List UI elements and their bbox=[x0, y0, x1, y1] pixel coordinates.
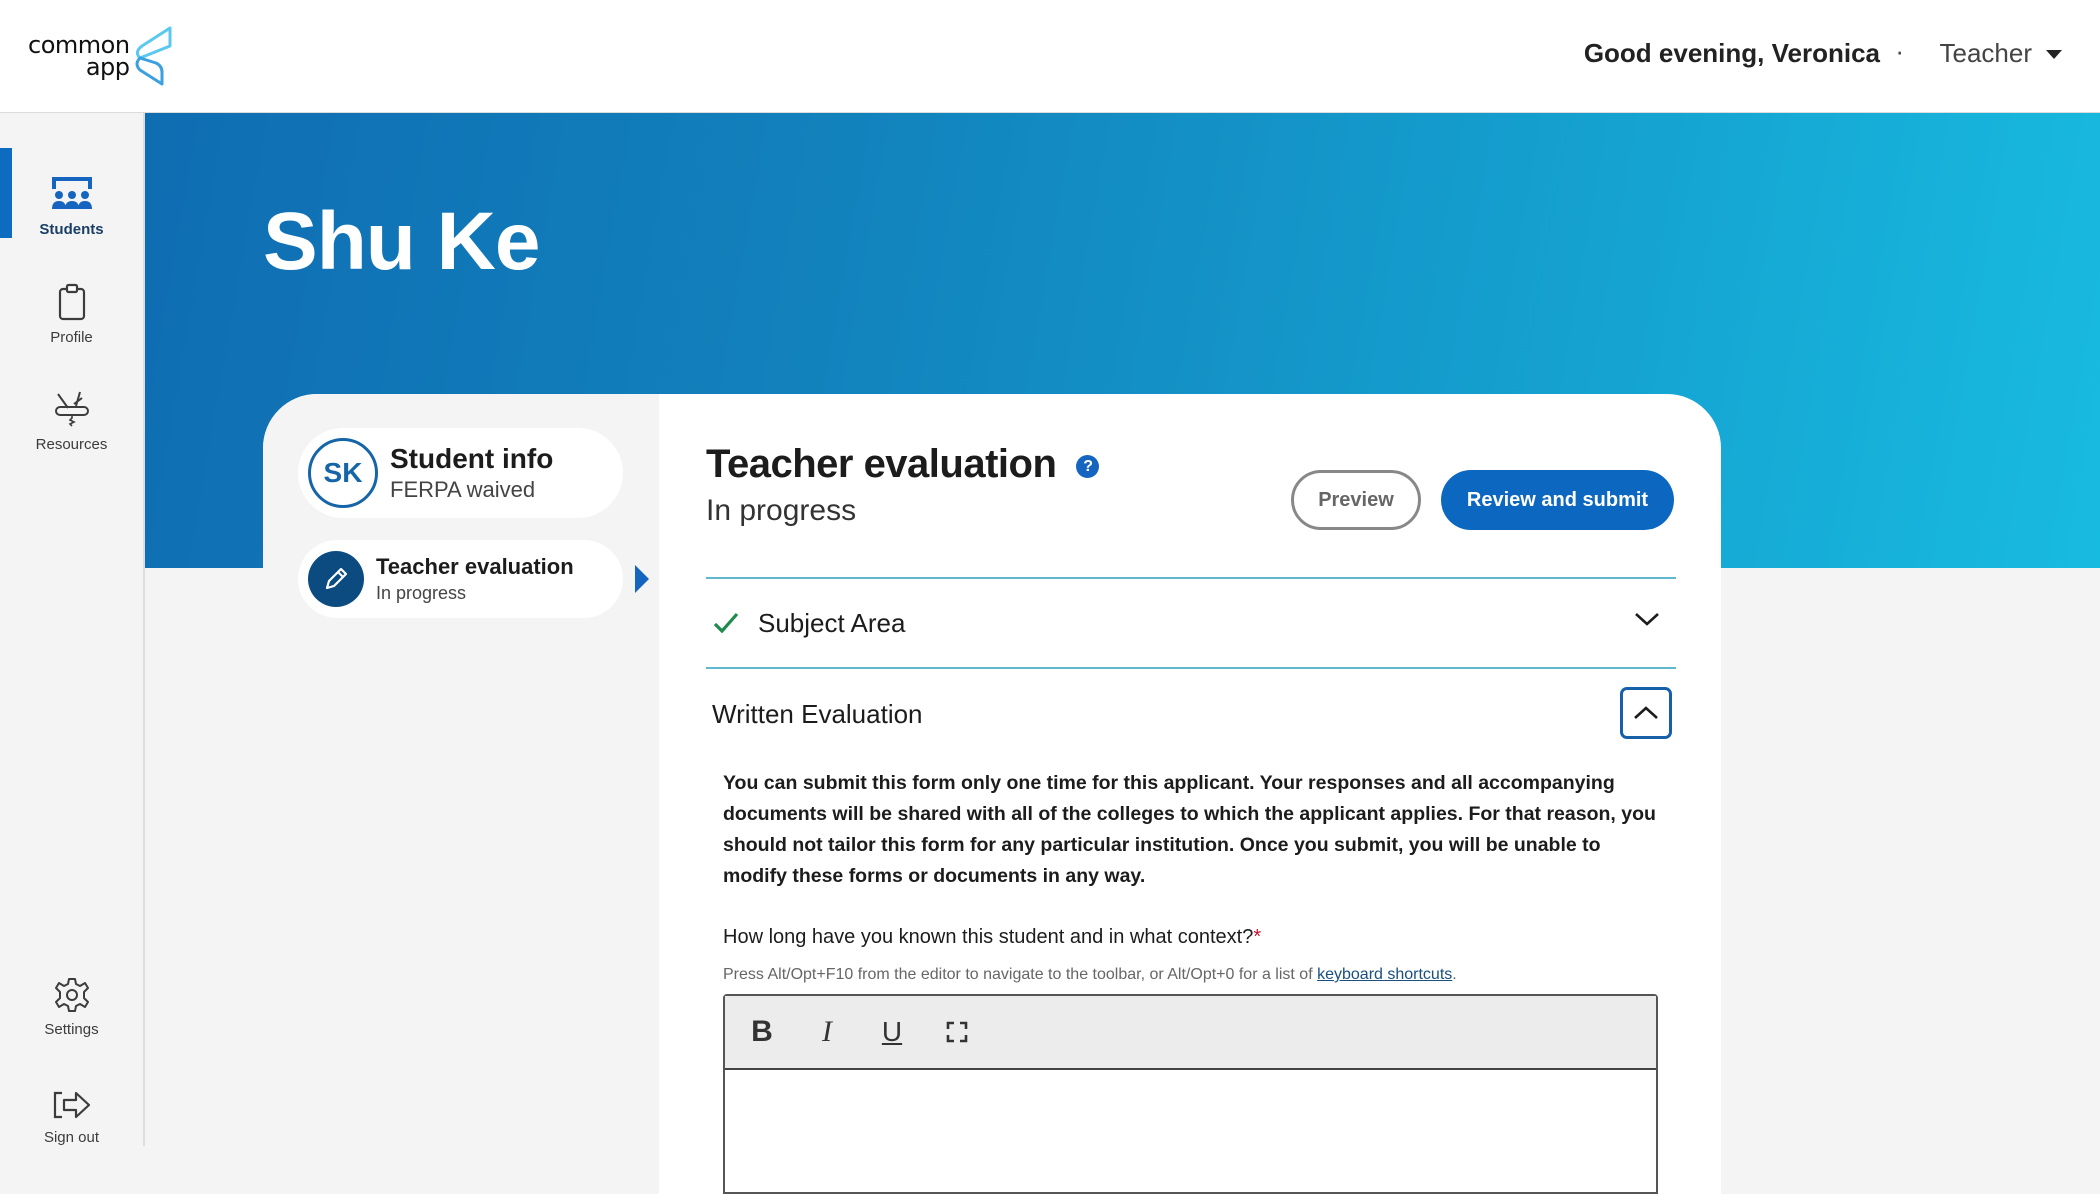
student-avatar: SK bbox=[308, 438, 378, 508]
pencil-icon bbox=[308, 551, 364, 607]
chevron-down-icon[interactable] bbox=[1634, 611, 1660, 627]
role-selector[interactable]: Teacher bbox=[1940, 38, 2033, 69]
swiss-knife-icon bbox=[54, 391, 89, 427]
header-separator: · bbox=[1895, 36, 1904, 66]
review-and-submit-button[interactable]: Review and submit bbox=[1441, 470, 1674, 530]
submission-notice: You can submit this form only one time f… bbox=[723, 772, 1656, 887]
logo-wordmark: common app bbox=[28, 31, 130, 81]
left-navigation: Students Profile Resources Settings Sign… bbox=[0, 113, 145, 1146]
logo-mark-icon bbox=[135, 26, 172, 86]
nav-item-profile[interactable]: Profile bbox=[0, 256, 143, 346]
underline-button[interactable]: U bbox=[875, 1015, 909, 1049]
accordion-title: Written Evaluation bbox=[712, 698, 923, 729]
common-app-logo[interactable]: common app bbox=[28, 24, 188, 88]
question-label: How long have you known this student and… bbox=[723, 926, 1262, 948]
answer-text-area[interactable] bbox=[725, 1070, 1656, 1194]
nav-label: Profile bbox=[50, 329, 93, 346]
nav-item-settings[interactable]: Settings bbox=[0, 948, 143, 1038]
bold-button[interactable]: B bbox=[745, 1015, 779, 1049]
collapse-button[interactable] bbox=[1620, 687, 1672, 739]
accordion-title: Subject Area bbox=[758, 607, 906, 638]
editor-toolbar: B I U bbox=[725, 996, 1656, 1070]
fullscreen-button[interactable] bbox=[940, 1015, 974, 1049]
editor-hint: Press Alt/Opt+F10 from the editor to nav… bbox=[723, 966, 1457, 983]
current-step-arrow-icon bbox=[635, 565, 649, 593]
nav-label: Settings bbox=[44, 1021, 99, 1038]
top-header: common app Good evening, Veronica · Teac… bbox=[0, 0, 2100, 113]
caret-down-icon[interactable] bbox=[2046, 50, 2062, 59]
check-icon bbox=[713, 612, 739, 634]
evaluation-card: SK Student info FERPA waived Teacher eva… bbox=[263, 394, 1721, 1194]
keyboard-shortcuts-link[interactable]: keyboard shortcuts bbox=[1317, 966, 1452, 983]
nav-label: Resources bbox=[35, 436, 108, 453]
rich-text-editor: B I U bbox=[723, 994, 1658, 1194]
step-subtitle: In progress bbox=[376, 583, 467, 603]
nav-item-resources[interactable]: Resources bbox=[0, 363, 143, 453]
form-panel: Teacher evaluation ? In progress Preview… bbox=[706, 394, 1676, 1194]
italic-button[interactable]: I bbox=[810, 1015, 844, 1049]
step-subtitle: FERPA waived bbox=[390, 477, 536, 502]
form-title: Teacher evaluation ? bbox=[706, 442, 1100, 487]
step-teacher-evaluation[interactable]: Teacher evaluation In progress bbox=[298, 540, 623, 618]
accordion-written-evaluation[interactable]: Written Evaluation bbox=[706, 669, 1676, 759]
students-icon bbox=[51, 177, 92, 209]
required-asterisk: * bbox=[1253, 926, 1262, 948]
nav-label: Students bbox=[39, 221, 104, 238]
preview-button[interactable]: Preview bbox=[1291, 470, 1421, 530]
nav-label: Sign out bbox=[43, 1129, 100, 1146]
fullscreen-icon bbox=[946, 1021, 968, 1043]
nav-item-sign-out[interactable]: Sign out bbox=[0, 1056, 143, 1146]
nav-item-students[interactable]: Students bbox=[0, 148, 143, 238]
step-title: Teacher evaluation bbox=[376, 554, 574, 579]
sign-out-icon bbox=[53, 1091, 90, 1119]
step-title: Student info bbox=[390, 443, 554, 474]
clipboard-icon bbox=[58, 283, 85, 321]
chevron-up-icon bbox=[1634, 706, 1658, 719]
greeting-text: Good evening, Veronica bbox=[1583, 38, 1880, 68]
step-student-info[interactable]: SK Student info FERPA waived bbox=[298, 428, 623, 518]
steps-panel: SK Student info FERPA waived Teacher eva… bbox=[263, 394, 659, 1194]
student-name-heading: Shu Ke bbox=[263, 196, 540, 287]
gear-icon bbox=[54, 978, 89, 1012]
accordion-subject-area[interactable]: Subject Area bbox=[706, 579, 1676, 667]
help-icon[interactable]: ? bbox=[1076, 455, 1100, 478]
form-status: In progress bbox=[706, 494, 857, 527]
